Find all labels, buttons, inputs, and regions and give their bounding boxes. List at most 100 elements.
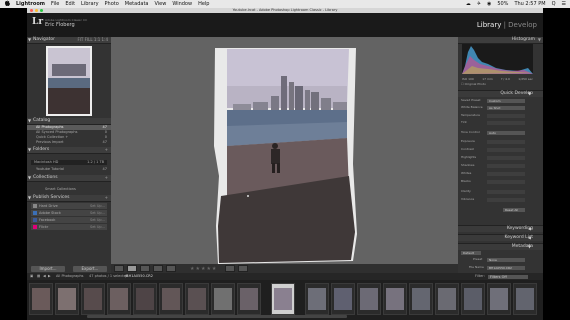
filmstrip-thumb[interactable] bbox=[305, 283, 329, 315]
zoom-window-button[interactable] bbox=[40, 9, 43, 12]
filmstrip-thumb[interactable] bbox=[513, 283, 537, 315]
filmstrip-thumb[interactable] bbox=[159, 283, 183, 315]
menu-view[interactable]: View bbox=[154, 1, 166, 7]
apple-icon[interactable] bbox=[4, 0, 10, 8]
qd-blacks[interactable]: Blacks bbox=[461, 179, 533, 184]
grid-view-button[interactable] bbox=[114, 265, 124, 272]
qd-saved-preset[interactable]: Saved Preset Custom bbox=[461, 98, 533, 103]
loupe-view-button[interactable] bbox=[127, 265, 137, 272]
setup-button[interactable]: Set Up... bbox=[90, 218, 105, 222]
menu-library[interactable]: Library bbox=[81, 1, 98, 7]
add-collection-icon[interactable]: + bbox=[105, 175, 108, 181]
filmstrip-thumb[interactable] bbox=[133, 283, 157, 315]
menu-lightroom[interactable]: Lightroom bbox=[16, 1, 45, 7]
publish-hard-drive[interactable]: Hard Drive Set Up... bbox=[31, 203, 107, 209]
metadata-preset-row[interactable]: Preset None bbox=[461, 257, 533, 262]
compare-view-button[interactable] bbox=[140, 265, 150, 272]
rotate-right-button[interactable] bbox=[238, 265, 249, 272]
battery-status[interactable]: 50% bbox=[497, 1, 508, 7]
star-rating[interactable]: ★★★★★ bbox=[190, 266, 217, 272]
filmstrip-thumb[interactable] bbox=[107, 283, 131, 315]
filmstrip-thumb[interactable] bbox=[383, 283, 407, 315]
wifi-icon[interactable]: ◉ bbox=[487, 1, 491, 7]
filmstrip-thumb[interactable] bbox=[461, 283, 485, 315]
setup-button[interactable]: Set Up... bbox=[90, 204, 105, 208]
loupe-view[interactable] bbox=[111, 37, 458, 264]
qd-tint[interactable]: Tint bbox=[461, 120, 533, 125]
reset-all-button[interactable]: Reset All bbox=[503, 207, 525, 212]
filmstrip[interactable] bbox=[27, 280, 543, 320]
rotate-left-button[interactable] bbox=[225, 265, 236, 272]
menu-photo[interactable]: Photo bbox=[105, 1, 119, 7]
qd-highlights[interactable]: Highlights bbox=[461, 155, 533, 160]
metadata-file-name-row[interactable]: File Name BH1A0550.CR2 bbox=[461, 265, 533, 270]
add-publish-icon[interactable]: + bbox=[105, 195, 108, 201]
qd-clarity[interactable]: Clarity bbox=[461, 189, 533, 194]
setup-button[interactable]: Set Up... bbox=[90, 211, 105, 215]
import-button[interactable]: Import... bbox=[31, 266, 65, 272]
smart-collections[interactable]: Smart Collections bbox=[27, 187, 111, 192]
filmstrip-thumb[interactable] bbox=[211, 283, 235, 315]
catalog-item-previous-import[interactable]: Previous Import 47 bbox=[27, 140, 111, 145]
filmstrip-thumb[interactable] bbox=[435, 283, 459, 315]
publish-adobe-stock[interactable]: Adobe Stock Set Up... bbox=[31, 210, 107, 216]
volume-macintosh-hd[interactable]: Macintosh HD 1.2 / 1 TB bbox=[31, 160, 107, 165]
keyword-list-header[interactable]: Keyword List ◀ bbox=[458, 234, 543, 241]
navigator-preview[interactable] bbox=[46, 46, 92, 116]
publish-facebook[interactable]: Facebook Set Up... bbox=[31, 217, 107, 223]
quick-develop-header[interactable]: Quick Develop ▼ bbox=[458, 90, 543, 97]
filmstrip-thumb[interactable] bbox=[55, 283, 79, 315]
qd-white-balance[interactable]: White Balance As Shot bbox=[461, 105, 533, 110]
folders-header[interactable]: ▼ Folders + bbox=[27, 147, 111, 154]
publish-flickr[interactable]: Flickr Set Up... bbox=[31, 224, 107, 230]
navigator-zoom-options[interactable]: FIT FILL 1:1 1:4 bbox=[77, 37, 108, 43]
qd-contrast[interactable]: Contrast bbox=[461, 147, 533, 152]
publish-services-header[interactable]: ▼ Publish Services + bbox=[27, 195, 111, 202]
navigator-header[interactable]: ▼ Navigator FIT FILL 1:1 1:4 bbox=[27, 37, 111, 44]
qd-vibrance[interactable]: Vibrance bbox=[461, 197, 533, 202]
clock[interactable]: Thu 2:57 PM bbox=[514, 1, 545, 7]
filmstrip-thumb[interactable] bbox=[237, 283, 261, 315]
spotlight-icon[interactable]: Q bbox=[552, 1, 556, 7]
notification-icon[interactable]: ☰ bbox=[562, 1, 566, 7]
survey-view-button[interactable] bbox=[153, 265, 163, 272]
original-photo-checkbox[interactable]: ☐ Original Photo bbox=[461, 82, 533, 87]
menu-help[interactable]: Help bbox=[198, 1, 209, 7]
filmstrip-source[interactable]: All Photographs bbox=[56, 273, 84, 280]
close-window-button[interactable] bbox=[30, 9, 33, 12]
add-folder-icon[interactable]: + bbox=[105, 147, 108, 153]
setup-button[interactable]: Set Up... bbox=[90, 225, 105, 229]
filmstrip-thumb[interactable] bbox=[487, 283, 511, 315]
grid-icon[interactable]: ▦ bbox=[37, 273, 40, 280]
back-arrow-icon[interactable]: ◀ bbox=[43, 273, 46, 280]
filmstrip-thumb[interactable] bbox=[81, 283, 105, 315]
catalog-header[interactable]: ▼ Catalog bbox=[27, 118, 111, 125]
filmstrip-scrollbar[interactable] bbox=[87, 315, 347, 318]
module-library[interactable]: Library bbox=[477, 21, 501, 29]
filmstrip-thumb[interactable] bbox=[331, 283, 355, 315]
filter-select[interactable]: Filters Off bbox=[488, 274, 528, 279]
metadata-header[interactable]: Metadata ▼ bbox=[458, 243, 543, 250]
filmstrip-thumb-selected[interactable] bbox=[271, 283, 295, 315]
second-window-icon[interactable]: ▣ bbox=[30, 273, 33, 280]
qd-whites[interactable]: Whites bbox=[461, 171, 533, 176]
filmstrip-thumb[interactable] bbox=[185, 283, 209, 315]
airplane-icon[interactable]: ✈ bbox=[477, 1, 481, 7]
keywording-header[interactable]: Keywording ◀ bbox=[458, 225, 543, 232]
qd-tone-control[interactable]: Tone Control Auto bbox=[461, 130, 533, 135]
module-develop[interactable]: Develop bbox=[508, 21, 537, 29]
menu-file[interactable]: File bbox=[51, 1, 59, 7]
export-button[interactable]: Export... bbox=[73, 266, 107, 272]
filmstrip-thumb[interactable] bbox=[357, 283, 381, 315]
minimize-window-button[interactable] bbox=[35, 9, 38, 12]
qd-exposure[interactable]: Exposure bbox=[461, 139, 533, 144]
collections-header[interactable]: ▼ Collections + bbox=[27, 175, 111, 182]
menu-edit[interactable]: Edit bbox=[65, 1, 75, 7]
menu-metadata[interactable]: Metadata bbox=[125, 1, 149, 7]
filmstrip-thumb[interactable] bbox=[29, 283, 53, 315]
histogram-header[interactable]: Histogram ▼ bbox=[458, 37, 543, 44]
people-view-button[interactable] bbox=[166, 265, 176, 272]
folder-youtube-tutorial[interactable]: Youtube Tutorial 47 bbox=[27, 167, 111, 172]
menu-window[interactable]: Window bbox=[172, 1, 192, 7]
qd-shadows[interactable]: Shadows bbox=[461, 163, 533, 168]
